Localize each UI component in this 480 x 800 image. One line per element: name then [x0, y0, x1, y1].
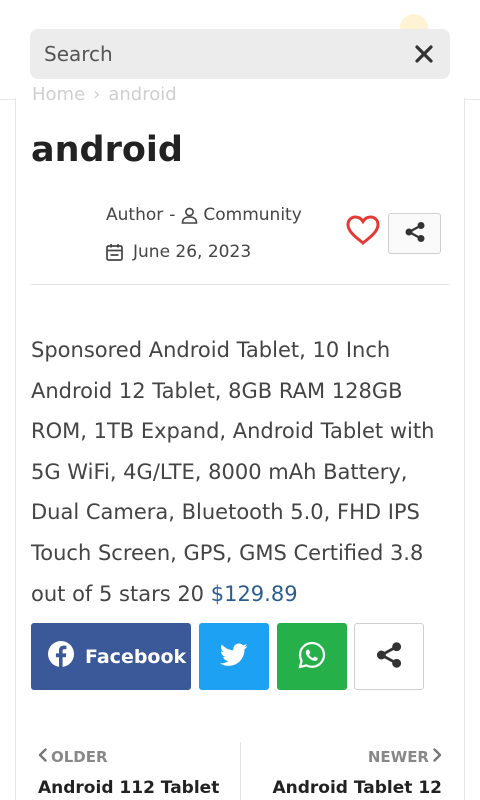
author-line: Author - Community — [106, 204, 302, 226]
breadcrumb-home[interactable]: Home — [32, 84, 85, 105]
facebook-label: Facebook — [85, 645, 187, 668]
author-separator: - — [169, 205, 176, 225]
post-body-text: Sponsored Android Tablet, 10 Inch Androi… — [31, 338, 435, 606]
author-name[interactable]: Community — [203, 205, 301, 225]
post-date: June 26, 2023 — [133, 242, 252, 262]
newer-post-link[interactable]: NEWER Android Tablet 12 — [272, 748, 442, 798]
user-icon — [181, 207, 198, 224]
breadcrumb-separator: › — [93, 84, 101, 105]
author-label: Author — [106, 205, 164, 225]
older-label: OLDER — [51, 748, 108, 766]
breadcrumb-current: android — [108, 84, 177, 105]
search-input[interactable] — [44, 42, 412, 66]
close-icon[interactable] — [412, 42, 436, 66]
newer-post-title[interactable]: Android Tablet 12 — [272, 778, 442, 798]
post-body: Sponsored Android Tablet, 10 Inch Androi… — [31, 330, 449, 614]
search-bar — [30, 29, 450, 79]
whatsapp-share-button[interactable] — [277, 623, 347, 690]
post-meta: Author - Community June 26, 2023 — [106, 204, 302, 263]
older-post-title[interactable]: Android 112 Tablet — [38, 778, 219, 798]
chevron-left-icon — [38, 748, 47, 766]
facebook-share-button[interactable]: Facebook — [31, 623, 191, 690]
product-price[interactable]: $129.89 — [211, 582, 298, 606]
meta-divider — [31, 284, 449, 285]
share-more-button[interactable] — [354, 623, 424, 690]
older-post-link[interactable]: OLDER Android 112 Tablet — [38, 748, 219, 798]
heart-icon — [346, 215, 380, 249]
facebook-icon — [47, 640, 75, 673]
page-title: android — [31, 130, 183, 170]
newer-label: NEWER — [367, 748, 429, 766]
older-label-row: OLDER — [38, 748, 219, 766]
whatsapp-icon — [298, 641, 326, 673]
post-navigation: OLDER Android 112 Tablet NEWER Android T… — [16, 742, 464, 800]
share-icon — [375, 640, 403, 674]
post-nav-divider — [240, 742, 241, 800]
twitter-share-button[interactable] — [199, 623, 269, 690]
twitter-icon — [219, 642, 248, 671]
newer-label-row: NEWER — [272, 748, 442, 766]
share-button-top[interactable] — [388, 213, 441, 254]
calendar-icon — [106, 243, 123, 261]
date-line: June 26, 2023 — [106, 241, 302, 263]
share-icon — [404, 221, 426, 247]
like-button[interactable] — [344, 214, 382, 250]
breadcrumb: Home › android — [32, 84, 177, 105]
chevron-right-icon — [433, 748, 442, 766]
